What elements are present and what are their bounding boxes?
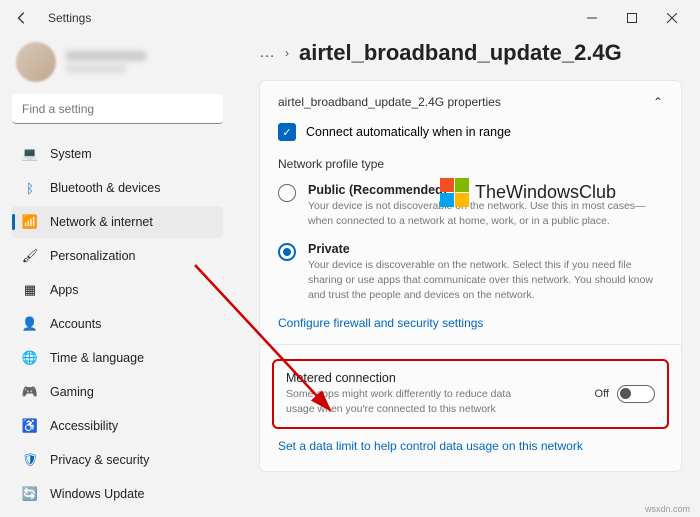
- maximize-button[interactable]: [612, 4, 652, 32]
- sidebar-item-privacy[interactable]: 🛡 Privacy & security: [12, 444, 223, 476]
- metered-highlight: Metered connection Some apps might work …: [272, 359, 669, 428]
- profile-type-label: Network profile type: [278, 157, 663, 171]
- apps-icon: ▦: [22, 282, 38, 298]
- gaming-icon: 🎮: [22, 384, 38, 400]
- sidebar-item-update[interactable]: 🔄 Windows Update: [12, 478, 223, 510]
- sidebar-item-label: Privacy & security: [50, 453, 149, 467]
- chevron-right-icon: ›: [285, 46, 289, 60]
- metered-desc: Some apps might work differently to redu…: [286, 387, 516, 416]
- radio-private[interactable]: [278, 243, 296, 261]
- back-button[interactable]: [8, 4, 36, 32]
- bluetooth-icon: ᛒ: [22, 180, 38, 196]
- sidebar-item-accessibility[interactable]: ♿ Accessibility: [12, 410, 223, 442]
- metered-title: Metered connection: [286, 371, 516, 385]
- sidebar-item-accounts[interactable]: 👤 Accounts: [12, 308, 223, 340]
- sidebar-item-label: Gaming: [50, 385, 94, 399]
- radio-public-title: Public (Recommended): [308, 183, 663, 197]
- page-title: airtel_broadband_update_2.4G: [299, 40, 622, 66]
- wifi-icon: 📶: [22, 214, 38, 230]
- minimize-button[interactable]: [572, 4, 612, 32]
- sidebar-item-label: System: [50, 147, 92, 161]
- sidebar-item-time[interactable]: 🌐 Time & language: [12, 342, 223, 374]
- radio-public[interactable]: [278, 184, 296, 202]
- firewall-link[interactable]: Configure firewall and security settings: [278, 316, 663, 330]
- update-icon: 🔄: [22, 486, 38, 502]
- datalimit-link[interactable]: Set a data limit to help control data us…: [278, 439, 663, 453]
- connect-auto-checkbox[interactable]: ✓: [278, 123, 296, 141]
- toggle-state-label: Off: [595, 388, 609, 400]
- sidebar-item-label: Accessibility: [50, 419, 118, 433]
- divider: [260, 344, 681, 345]
- shield-icon: 🛡: [22, 452, 38, 468]
- sidebar-item-label: Accounts: [50, 317, 101, 331]
- radio-private-desc: Your device is discoverable on the netwo…: [308, 258, 663, 302]
- sidebar-item-label: Windows Update: [50, 487, 145, 501]
- radio-private-title: Private: [308, 242, 663, 256]
- sidebar-item-bluetooth[interactable]: ᛒ Bluetooth & devices: [12, 172, 223, 204]
- accessibility-icon: ♿: [22, 418, 38, 434]
- breadcrumb: … › airtel_broadband_update_2.4G: [259, 40, 682, 66]
- sidebar-item-label: Bluetooth & devices: [50, 181, 161, 195]
- radio-public-desc: Your device is not discoverable on the n…: [308, 199, 663, 228]
- avatar: [16, 42, 56, 82]
- sidebar-item-label: Network & internet: [50, 215, 153, 229]
- accounts-icon: 👤: [22, 316, 38, 332]
- sidebar-item-personalization[interactable]: 🖌 Personalization: [12, 240, 223, 272]
- sidebar-item-label: Personalization: [50, 249, 135, 263]
- search-input[interactable]: [12, 94, 223, 124]
- sidebar-item-gaming[interactable]: 🎮 Gaming: [12, 376, 223, 408]
- collapse-icon[interactable]: ⌃: [653, 95, 663, 109]
- sidebar-item-label: Apps: [50, 283, 79, 297]
- properties-card: airtel_broadband_update_2.4G properties …: [259, 80, 682, 472]
- source-mark: wsxdn.com: [645, 504, 690, 514]
- close-button[interactable]: [652, 4, 692, 32]
- sidebar-item-apps[interactable]: ▦ Apps: [12, 274, 223, 306]
- breadcrumb-more-icon[interactable]: …: [259, 44, 275, 62]
- connect-auto-label: Connect automatically when in range: [306, 125, 511, 139]
- sidebar-item-label: Time & language: [50, 351, 144, 365]
- user-profile[interactable]: [12, 36, 223, 94]
- globe-icon: 🌐: [22, 350, 38, 366]
- system-icon: 💻: [22, 146, 38, 162]
- window-title: Settings: [48, 11, 91, 25]
- card-title: airtel_broadband_update_2.4G properties: [278, 95, 501, 109]
- brush-icon: 🖌: [22, 248, 38, 264]
- sidebar-item-network[interactable]: 📶 Network & internet: [12, 206, 223, 238]
- sidebar-item-system[interactable]: 💻 System: [12, 138, 223, 170]
- metered-toggle[interactable]: [617, 385, 655, 403]
